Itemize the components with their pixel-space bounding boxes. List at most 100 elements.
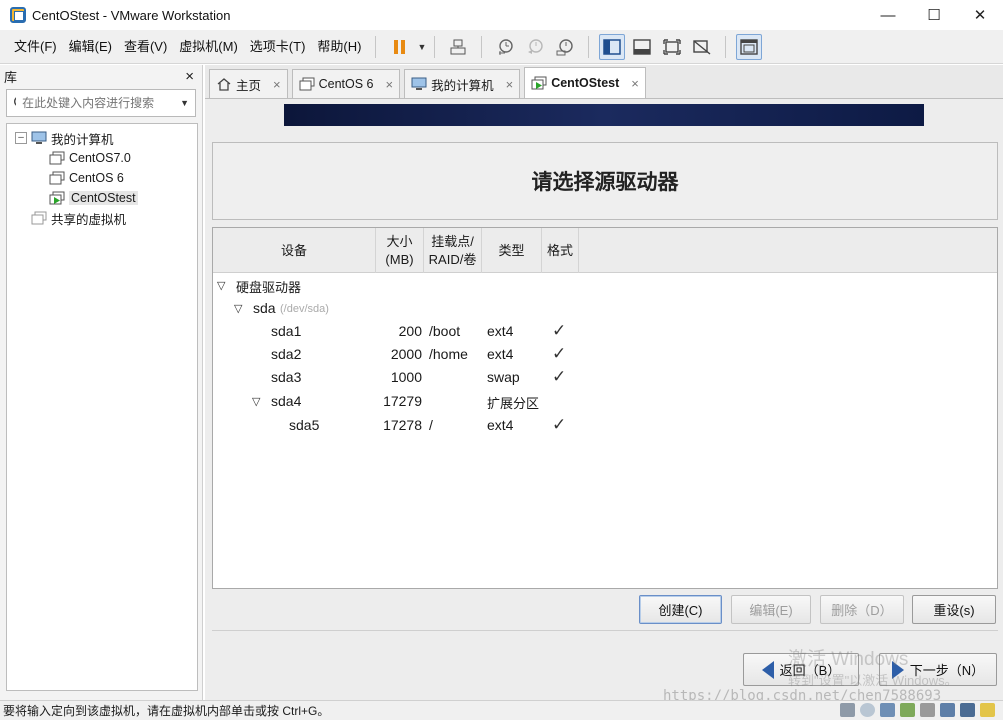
computer-icon: [411, 77, 427, 90]
table-row[interactable]: sda1 200 /boot ext4 ✓: [213, 321, 997, 343]
disk-name: sda: [253, 300, 276, 316]
shared-vm-icon: [31, 211, 47, 225]
partition-mount: /boot: [429, 323, 461, 339]
column-format[interactable]: 格式: [542, 228, 579, 273]
create-button[interactable]: 创建(C): [639, 595, 722, 624]
tab-close-icon[interactable]: ×: [273, 77, 281, 92]
format-check-icon: ✓: [552, 415, 567, 434]
tree-item-vm[interactable]: CentOS7.0: [7, 148, 197, 168]
partition-mount: /home: [429, 346, 468, 362]
library-close-icon[interactable]: ×: [185, 68, 194, 85]
tab-close-icon[interactable]: ×: [386, 77, 394, 92]
installer-banner: [284, 104, 924, 126]
show-library-button[interactable]: [599, 33, 626, 60]
expand-triangle-icon[interactable]: ▽: [252, 395, 260, 408]
partition-type: ext4: [487, 346, 514, 362]
revert-snapshot-button[interactable]: [522, 34, 548, 60]
library-search-input[interactable]: [22, 96, 178, 110]
tab-close-icon[interactable]: ×: [631, 76, 639, 91]
column-mount[interactable]: 挂载点/RAID/卷: [424, 228, 482, 273]
collapse-icon[interactable]: –: [15, 132, 27, 144]
title-bar: CentOStest - VMware Workstation — ☐ ✕: [0, 0, 1003, 30]
page-title: 请选择源驱动器: [531, 170, 679, 194]
maximize-button[interactable]: ☐: [911, 0, 957, 30]
unity-button[interactable]: [689, 34, 715, 60]
send-ctrl-alt-del-button[interactable]: [445, 34, 471, 60]
tree-label: CentOS7.0: [69, 151, 131, 165]
power-dropdown-icon[interactable]: ▼: [417, 42, 426, 52]
suspend-button[interactable]: [386, 34, 412, 60]
table-row-group[interactable]: ▽ 硬盘驱动器: [213, 275, 997, 297]
thumbnail-bar-button[interactable]: [629, 34, 655, 60]
table-row[interactable]: sda2 2000 /home ext4 ✓: [213, 344, 997, 366]
status-text: 要将输入定向到该虚拟机，请在虚拟机内部单击或按 Ctrl+G。: [3, 704, 330, 718]
tab-label: CentOS 6: [318, 77, 374, 91]
edit-button[interactable]: 编辑(E): [731, 595, 811, 624]
table-row[interactable]: sda5 17278 / ext4 ✓: [213, 415, 997, 437]
table-row[interactable]: sda3 1000 swap ✓: [213, 367, 997, 389]
tree-item-vm[interactable]: CentOS 6: [7, 168, 197, 188]
tab-my-computer[interactable]: 我的计算机 ×: [404, 69, 521, 98]
column-size[interactable]: 大小 (MB): [376, 228, 424, 273]
home-icon: [217, 78, 231, 91]
tree-item-vm-running[interactable]: CentOStest: [7, 188, 197, 208]
partition-size: 17278: [383, 417, 422, 433]
partition-type: 扩展分区: [487, 396, 540, 411]
snapshot-manager-icon: [556, 38, 574, 55]
table-row[interactable]: ▽ sda4 17279 扩展分区: [213, 391, 997, 413]
library-view-icon: [603, 38, 622, 55]
reset-button[interactable]: 重设(s): [912, 595, 996, 624]
tree-label: CentOStest: [69, 191, 138, 205]
tree-label: 我的计算机: [51, 132, 114, 147]
partition-name: sda1: [271, 323, 302, 339]
console-view-button[interactable]: [736, 33, 763, 60]
thumbnail-view-icon: [633, 38, 652, 55]
close-window-button[interactable]: ✕: [957, 0, 1003, 30]
tree-item-shared-vms[interactable]: 共享的虚拟机: [7, 208, 197, 228]
library-panel: 库 × ▼ – 我的计算机 CentOS7.0 CentOS 6 CentOSt…: [0, 65, 203, 700]
tab-close-icon[interactable]: ×: [506, 77, 514, 92]
display-icon[interactable]: [960, 703, 975, 717]
column-type[interactable]: 类型: [482, 228, 542, 273]
menu-edit[interactable]: 编辑(E): [63, 30, 118, 64]
cd-dvd-icon[interactable]: [860, 703, 875, 717]
table-header: 设备 大小 (MB) 挂载点/RAID/卷 类型 格式: [213, 228, 997, 273]
vm-console[interactable]: 请选择源驱动器 设备 大小 (MB) 挂载点/RAID/卷 类型 格式 ▽ 硬盘驱…: [205, 99, 1003, 704]
table-row-disk[interactable]: ▽ sda (/dev/sda): [213, 298, 997, 320]
heading-box: 请选择源驱动器: [212, 142, 998, 220]
printer-icon[interactable]: [920, 703, 935, 717]
menu-toolbar: 文件(F) 编辑(E) 查看(V) 虚拟机(M) 选项卡(T) 帮助(H) ▼: [0, 30, 1003, 64]
menu-view[interactable]: 查看(V): [118, 30, 173, 64]
expand-triangle-icon[interactable]: ▽: [217, 279, 225, 292]
sound-card-icon[interactable]: [940, 703, 955, 717]
column-device[interactable]: 设备: [213, 228, 376, 273]
tab-centostest[interactable]: CentOStest ×: [524, 67, 646, 98]
delete-button[interactable]: 删除（D）: [820, 595, 904, 624]
tab-label: 主页: [236, 78, 262, 93]
expand-triangle-icon[interactable]: ▽: [234, 302, 242, 315]
snapshot-button[interactable]: [492, 34, 518, 60]
menu-tabs[interactable]: 选项卡(T): [244, 30, 312, 64]
tab-centos-6[interactable]: CentOS 6 ×: [291, 69, 401, 98]
unity-view-icon: [693, 39, 711, 55]
message-log-icon[interactable]: [980, 703, 995, 717]
tree-item-my-computer[interactable]: – 我的计算机: [7, 128, 197, 148]
snapshot-manager-button[interactable]: [552, 34, 578, 60]
computer-icon: [31, 131, 47, 144]
console-view-icon: [740, 38, 759, 55]
divider: [212, 630, 998, 631]
minimize-button[interactable]: —: [865, 0, 911, 30]
tree-label: CentOS 6: [69, 171, 124, 185]
tab-home[interactable]: 主页 ×: [209, 69, 288, 98]
menu-help[interactable]: 帮助(H): [311, 30, 367, 64]
network-devices-icon: [450, 39, 466, 54]
partition-size: 200: [398, 323, 422, 339]
search-dropdown-icon[interactable]: ▼: [180, 98, 189, 108]
network-adapter-icon[interactable]: [880, 703, 895, 717]
full-screen-button[interactable]: [659, 34, 685, 60]
partition-type: ext4: [487, 323, 514, 339]
hard-disk-icon[interactable]: [840, 703, 855, 717]
usb-controller-icon[interactable]: [900, 703, 915, 717]
menu-vm[interactable]: 虚拟机(M): [173, 30, 244, 64]
menu-file[interactable]: 文件(F): [8, 30, 63, 64]
